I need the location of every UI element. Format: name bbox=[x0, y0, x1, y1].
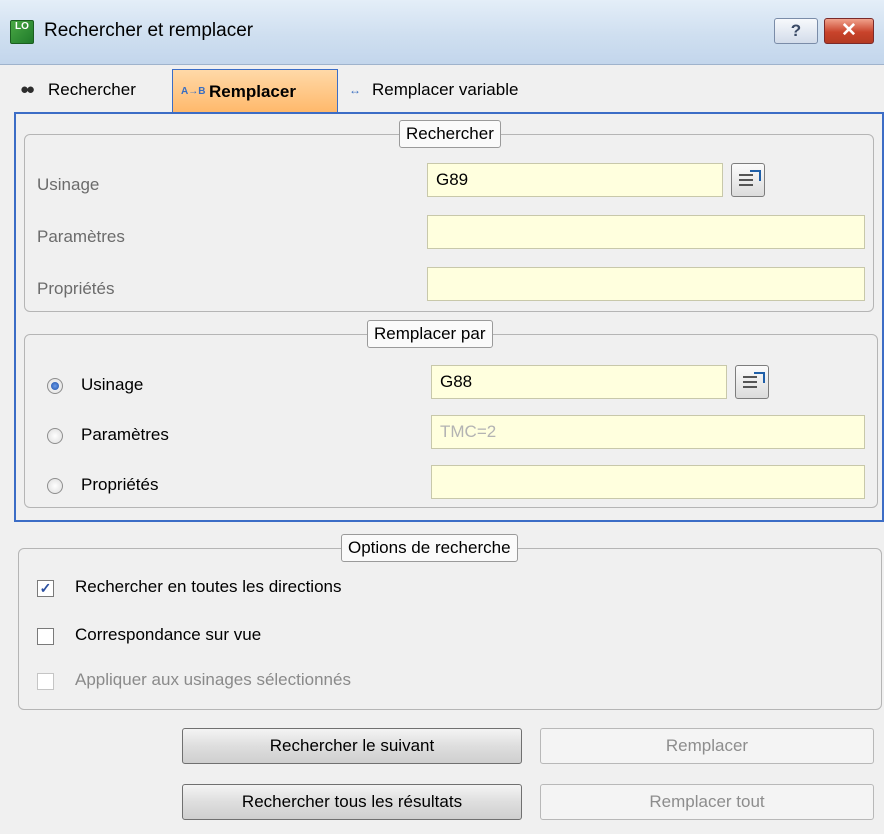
replace-usinage-field[interactable]: G88 bbox=[431, 365, 727, 399]
tab-label: Rechercher bbox=[48, 80, 136, 99]
option-all-directions-checkbox[interactable]: ✓ bbox=[37, 580, 54, 597]
search-proprietes-label: Propriétés bbox=[37, 279, 115, 298]
replace-proprietes-field[interactable] bbox=[431, 465, 865, 499]
replace-ab-icon: A→B bbox=[181, 85, 206, 97]
search-usinage-picker-button[interactable] bbox=[731, 163, 765, 197]
replace-parametres-label[interactable]: Paramètres bbox=[81, 425, 169, 445]
app-logo-icon: LO bbox=[10, 20, 34, 44]
option-selected-only-label: Appliquer aux usinages sélectionnés bbox=[75, 670, 351, 689]
search-group: Rechercher Usinage G89 Paramètres Propri… bbox=[24, 120, 874, 312]
tab-rechercher[interactable]: Rechercher bbox=[10, 70, 136, 110]
help-button[interactable]: ? bbox=[774, 18, 818, 44]
replace-group-legend: Remplacer par bbox=[367, 320, 493, 348]
dialog-window: LO Rechercher et remplacer ? ✕ Recherche… bbox=[0, 0, 884, 834]
replace-usinage-radio[interactable] bbox=[47, 378, 63, 394]
search-group-legend: Rechercher bbox=[399, 120, 501, 148]
find-next-button[interactable]: Rechercher le suivant bbox=[182, 728, 522, 764]
options-group: Options de recherche ✓ Rechercher en tou… bbox=[18, 534, 882, 710]
window-title: Rechercher et remplacer bbox=[44, 20, 254, 41]
title-bar[interactable]: LO Rechercher et remplacer ? ✕ bbox=[0, 0, 884, 65]
replace-group: Remplacer par Usinage G88 Paramètres TMC… bbox=[24, 320, 878, 508]
search-parametres-field[interactable] bbox=[427, 215, 865, 249]
replace-proprietes-radio[interactable] bbox=[47, 478, 63, 494]
search-usinage-field[interactable]: G89 bbox=[427, 163, 723, 197]
binoculars-icon bbox=[10, 79, 42, 101]
option-all-directions-label[interactable]: Rechercher en toutes les directions bbox=[75, 577, 341, 597]
option-selected-only-checkbox bbox=[37, 673, 54, 690]
replace-usinage-picker-button[interactable] bbox=[735, 365, 769, 399]
tab-remplacer-variable[interactable]: ↔ Remplacer variable bbox=[344, 70, 518, 110]
tab-label: Remplacer bbox=[209, 81, 296, 101]
replace-all-button: Remplacer tout bbox=[540, 784, 874, 820]
replace-usinage-label[interactable]: Usinage bbox=[81, 375, 143, 395]
replace-parametres-radio[interactable] bbox=[47, 428, 63, 444]
search-parametres-label: Paramètres bbox=[37, 227, 125, 246]
replace-button: Remplacer bbox=[540, 728, 874, 764]
find-all-button[interactable]: Rechercher tous les résultats bbox=[182, 784, 522, 820]
close-button[interactable]: ✕ bbox=[824, 18, 874, 44]
tab-panel-remplacer: Rechercher Usinage G89 Paramètres Propri… bbox=[14, 112, 884, 522]
replace-proprietes-label[interactable]: Propriétés bbox=[81, 475, 158, 495]
search-proprietes-field[interactable] bbox=[427, 267, 865, 301]
replace-variable-icon: ↔ bbox=[349, 83, 361, 97]
tab-remplacer[interactable]: A→B Remplacer bbox=[172, 69, 338, 113]
tab-bar: Rechercher A→B Remplacer ↔ Remplacer var… bbox=[0, 69, 884, 114]
replace-parametres-field[interactable]: TMC=2 bbox=[431, 415, 865, 449]
options-group-legend: Options de recherche bbox=[341, 534, 518, 562]
tab-label: Remplacer variable bbox=[372, 80, 519, 99]
search-usinage-label: Usinage bbox=[37, 175, 100, 194]
option-view-match-checkbox[interactable] bbox=[37, 628, 54, 645]
option-view-match-label[interactable]: Correspondance sur vue bbox=[75, 625, 261, 645]
